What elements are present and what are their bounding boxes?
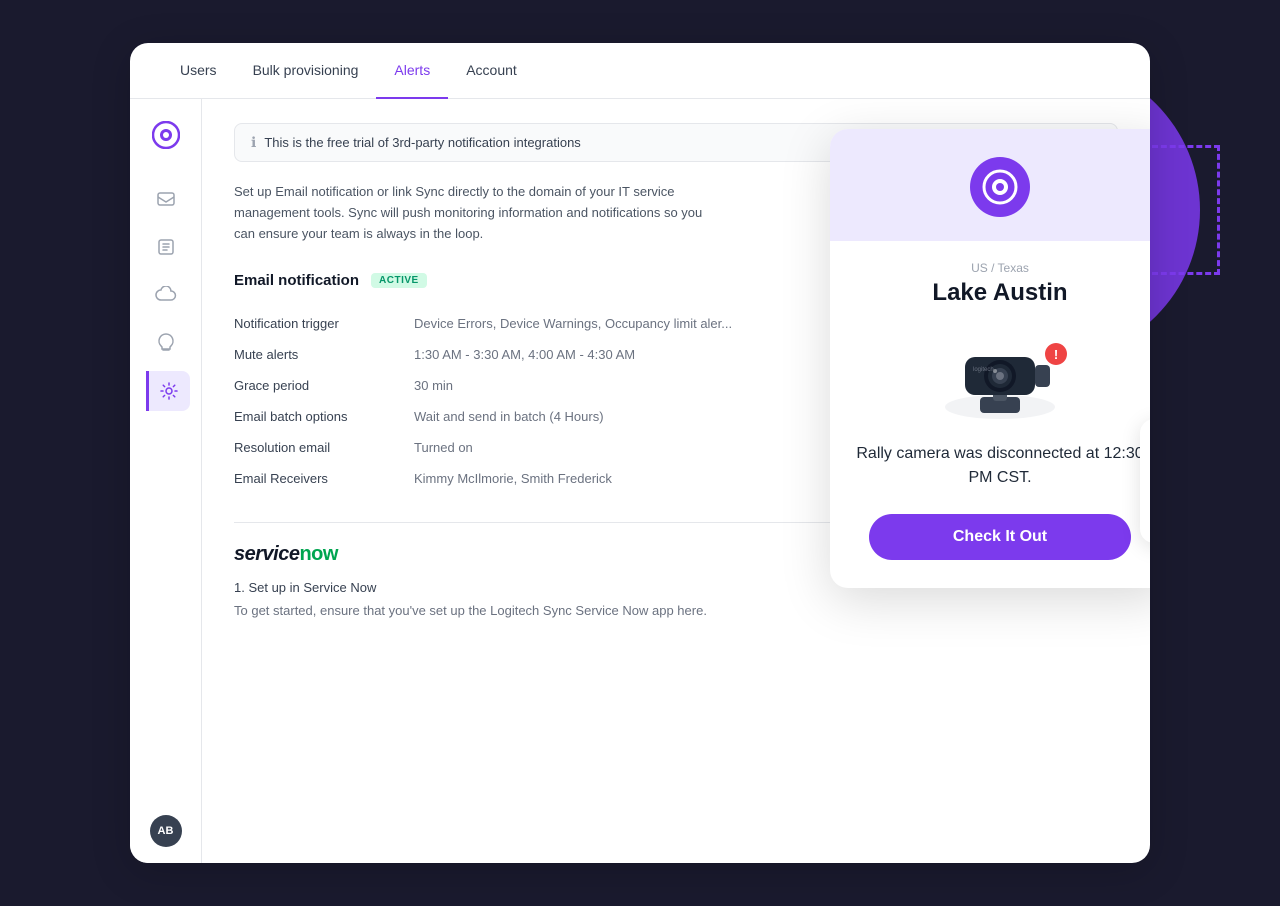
notif-body: US / Texas Lake Austin	[830, 241, 1150, 588]
notif-logo	[970, 157, 1030, 217]
tab-account[interactable]: Account	[448, 43, 535, 99]
tab-users[interactable]: Users	[162, 43, 235, 99]
field-label: Email batch options	[234, 401, 414, 432]
info-banner-text: This is the free trial of 3rd-party noti…	[264, 135, 580, 150]
sidebar: AB	[130, 99, 202, 863]
notif-room: Lake Austin	[854, 279, 1146, 307]
setup-description: To get started, ensure that you've set u…	[234, 603, 1118, 618]
logo-icon[interactable]	[146, 115, 186, 155]
sidebar-cloud-icon[interactable]	[146, 275, 186, 315]
main-content: ℹ This is the free trial of 3rd-party no…	[202, 99, 1150, 863]
tab-bulk-provisioning[interactable]: Bulk provisioning	[235, 43, 377, 99]
field-label: Email Receivers	[234, 463, 414, 494]
top-nav: Users Bulk provisioning Alerts Account	[130, 43, 1150, 99]
info-icon: ℹ	[251, 134, 256, 151]
check-it-out-button[interactable]: Check It Out	[869, 514, 1132, 560]
field-label: Mute alerts	[234, 339, 414, 370]
side-icons-panel	[1140, 419, 1150, 543]
notification-message: Rally camera was disconnected at 12:30 P…	[854, 442, 1146, 490]
field-label: Resolution email	[234, 432, 414, 463]
sidebar-settings-icon[interactable]	[146, 371, 190, 411]
email-section-title: Email notification	[234, 272, 359, 289]
tab-alerts[interactable]: Alerts	[376, 43, 448, 99]
content-area: AB ℹ This is the free trial of 3rd-party…	[130, 99, 1150, 863]
notification-card: US / Texas Lake Austin	[830, 129, 1150, 588]
sidebar-bulb-icon[interactable]	[146, 323, 186, 363]
notif-header	[830, 129, 1150, 241]
main-card: Users Bulk provisioning Alerts Account	[130, 43, 1150, 863]
field-label: Notification trigger	[234, 308, 414, 339]
user-avatar[interactable]: AB	[150, 815, 182, 847]
description-text: Set up Email notification or link Sync d…	[234, 182, 714, 244]
notif-location: US / Texas	[854, 261, 1146, 275]
active-badge: ACTIVE	[371, 273, 427, 288]
camera-wrapper: logitech !	[925, 327, 1075, 442]
sidebar-inbox-icon[interactable]	[146, 179, 186, 219]
field-label: Grace period	[234, 370, 414, 401]
alert-badge: !	[1045, 343, 1067, 365]
svg-text:logitech: logitech	[973, 367, 994, 373]
sidebar-book-icon[interactable]	[146, 227, 186, 267]
